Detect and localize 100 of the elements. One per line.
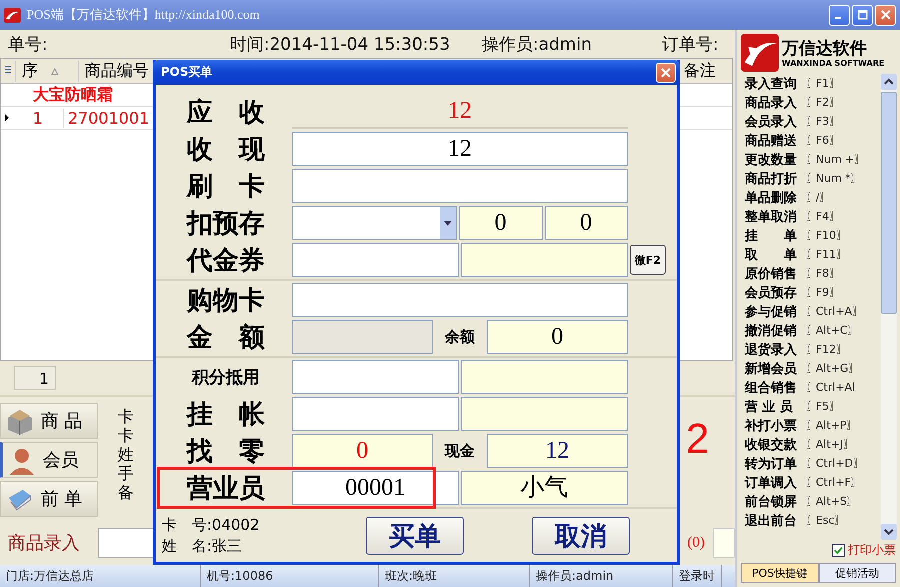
field-label: 挂 帐: [185, 398, 266, 432]
field-label: 金 额: [186, 322, 266, 354]
side-tab[interactable]: 商 品: [0, 403, 98, 439]
dropdown-field[interactable]: [292, 206, 457, 240]
field-label: 找 零: [185, 436, 266, 468]
input-field[interactable]: 12: [292, 132, 628, 166]
quantity-field[interactable]: [713, 528, 735, 558]
field-label: 刷 卡: [186, 170, 266, 204]
panel-tab[interactable]: 促销活动: [818, 563, 896, 583]
shortcut-item[interactable]: 取 单 〖F11〗: [745, 245, 881, 264]
field-label: 购物卡: [186, 284, 266, 318]
member-field-label: 姓: [118, 445, 134, 464]
field-label: 营业员: [186, 472, 266, 506]
shortcut-item[interactable]: 前台锁屏 〖Alt+S〗: [745, 492, 881, 511]
time-text: 时间:2014-11-04 15:30:53: [230, 34, 452, 56]
card-number-text: 卡 号:04002: [162, 516, 261, 534]
shortcut-item[interactable]: 商品打折 〖Num *〗: [745, 169, 881, 188]
total-amount: 2: [686, 415, 710, 463]
member-field-label: 手: [118, 464, 134, 483]
field-label: 积分抵用: [190, 366, 261, 388]
product-entry-label: 商品录入: [8, 532, 81, 555]
logo-name: 万信达软件: [782, 38, 868, 58]
member-name-text: 姓 名:张三: [162, 536, 244, 556]
shortcut-item[interactable]: 整单取消 〖F4〗: [745, 207, 881, 226]
shortcut-item[interactable]: 录入查询 〖F1〗: [745, 74, 881, 93]
shortcut-item[interactable]: 原价销售 〖F8〗: [745, 264, 881, 283]
shortcut-item[interactable]: 新增会员 〖Alt+G〗: [745, 359, 881, 378]
input-field[interactable]: [292, 283, 628, 317]
side-tab[interactable]: 会员: [0, 442, 98, 478]
close-button[interactable]: [875, 4, 896, 26]
order-ref-label: 订单号:: [662, 34, 719, 56]
sort-icon: [51, 68, 60, 76]
column-chooser-icon[interactable]: [5, 66, 11, 76]
voucher-button[interactable]: 微F2: [630, 245, 666, 275]
cancel-button[interactable]: 取消: [532, 516, 630, 554]
order-number-label: 单号:: [8, 34, 49, 56]
column-header[interactable]: 序: [15, 60, 78, 82]
shortcut-item[interactable]: 更改数量 〖Num +〗: [745, 150, 881, 169]
maximize-icon: [858, 10, 868, 20]
panel-tab[interactable]: POS快捷键: [741, 563, 818, 583]
shortcut-item[interactable]: 参与促销 〖Ctrl+A〗: [745, 302, 881, 321]
field-caption: 现金: [444, 441, 476, 462]
close-button[interactable]: [656, 62, 676, 82]
operator-text: 操作员:admin: [482, 34, 593, 56]
window-title: POS端【万信达软件】http://xinda100.com: [27, 6, 260, 24]
field-label: 应 收: [186, 96, 266, 130]
shortcut-item[interactable]: 商品赠送 〖F6〗: [745, 131, 881, 150]
print-receipt-checkbox[interactable]: [832, 544, 845, 557]
close-icon: [661, 68, 671, 78]
input-field[interactable]: [292, 243, 459, 277]
input-field[interactable]: [292, 360, 459, 394]
shortcut-item[interactable]: 商品录入 〖F2〗: [745, 93, 881, 112]
print-receipt-label: 打印小票: [848, 542, 896, 559]
column-header[interactable]: 备注: [678, 60, 732, 82]
pay-button[interactable]: 买单: [366, 516, 464, 554]
shortcut-item[interactable]: 组合销售 〖Ctrl+Al: [745, 378, 881, 397]
member-field-label: 卡: [118, 407, 134, 426]
shortcut-item[interactable]: 营 业 员 〖F5〗: [745, 397, 881, 416]
scroll-up-icon[interactable]: [881, 74, 897, 90]
app-logo-icon: [4, 8, 21, 22]
minimize-icon: [834, 17, 840, 19]
shortcut-item[interactable]: 单品删除 〖/〗: [745, 188, 881, 207]
minimize-button[interactable]: [829, 4, 850, 26]
logo-tagline: WANXINDA SOFTWARE: [782, 58, 885, 68]
field-label: 收 现: [186, 134, 266, 166]
amount-due: 12: [292, 95, 628, 129]
shortcut-item[interactable]: 收银交款 〖Alt+J〗: [745, 435, 881, 454]
shortcut-item[interactable]: 订单调入 〖Ctrl+F〗: [745, 473, 881, 492]
amount-field: 12: [487, 434, 628, 468]
table-cell: 1: [13, 108, 64, 128]
shortcut-item[interactable]: 退货录入 〖F12〗: [745, 340, 881, 359]
shortcut-item[interactable]: 补打小票 〖Alt+P〗: [745, 416, 881, 435]
shortcut-item[interactable]: 转为订单 〖Ctrl+D〗: [745, 454, 881, 473]
group-row-label: 大宝防晒霜: [32, 84, 113, 106]
maximize-button[interactable]: [852, 4, 873, 26]
field-label: 扣预存: [185, 208, 266, 240]
amount-field: 0: [544, 206, 628, 240]
item-count: (0): [688, 534, 705, 552]
member-field-label: 卡: [118, 426, 134, 445]
input-field[interactable]: [292, 397, 459, 431]
shortcut-item[interactable]: 会员预存 〖F9〗: [745, 283, 881, 302]
table-cell-text: 27001001: [67, 108, 150, 128]
scrollbar[interactable]: [881, 74, 897, 540]
close-icon: [880, 10, 890, 20]
shortcut-item[interactable]: 会员录入 〖F3〗: [745, 112, 881, 131]
amount-field: 0: [459, 206, 542, 240]
page-number: 1: [14, 366, 56, 390]
amount-field: 0: [487, 320, 628, 354]
shortcut-item[interactable]: 挂 单 〖F10〗: [745, 226, 881, 245]
current-row-icon: [5, 114, 9, 122]
scroll-down-icon[interactable]: [881, 524, 897, 540]
side-tab[interactable]: 前 单: [0, 481, 98, 517]
field-label: 代金券: [185, 244, 266, 278]
input-field[interactable]: [292, 169, 628, 203]
shortcut-item[interactable]: 退出前台 〖Esc〗: [745, 511, 881, 530]
field-caption: 余额: [444, 327, 476, 348]
input-field[interactable]: 00001: [292, 471, 459, 505]
shortcut-item[interactable]: 撤消促销 〖Alt+C〗: [745, 321, 881, 340]
logo-mark-icon: [740, 34, 780, 72]
member-field-label: 备: [118, 483, 134, 502]
